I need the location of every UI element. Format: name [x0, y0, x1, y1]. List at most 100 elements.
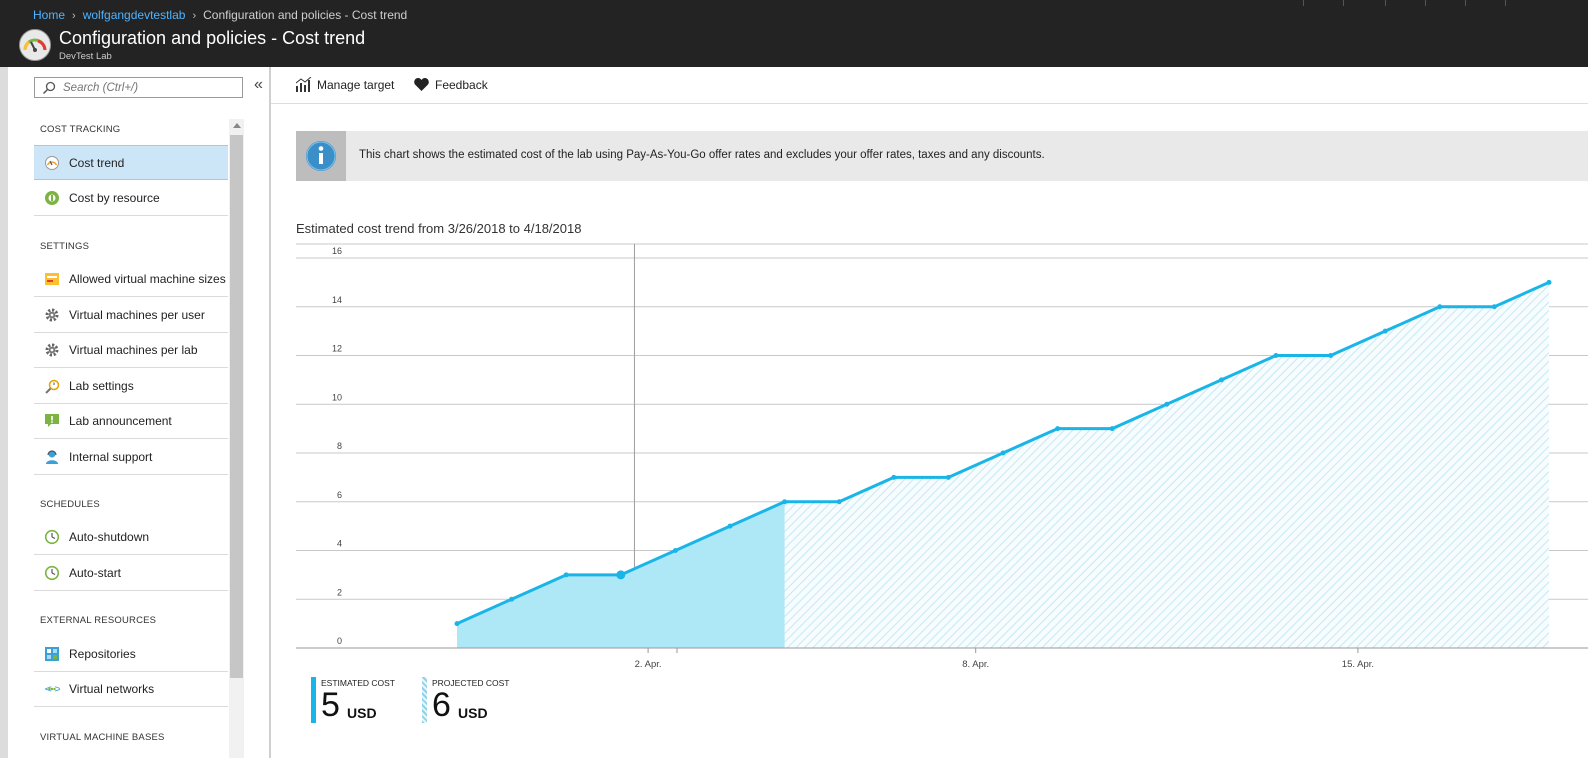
menu-item-label: Virtual machines per user [69, 308, 205, 322]
y-tick-label: 6 [337, 490, 342, 500]
x-tick-label: 2. Apr. [635, 659, 662, 670]
section-schedules: SCHEDULES [40, 499, 100, 510]
gauge-icon [44, 155, 60, 171]
clock-icon [44, 565, 60, 581]
info-banner: This chart shows the estimated cost of t… [296, 131, 1588, 181]
collapse-menu-button[interactable]: « [254, 76, 263, 94]
estimated-cost-value: 5 [321, 686, 340, 724]
menu-item-label: Lab settings [69, 379, 134, 393]
estimated-cost-unit: USD [347, 705, 377, 721]
y-tick-label: 8 [337, 441, 342, 451]
menu-item-label: Auto-shutdown [69, 530, 150, 544]
projected-cost-unit: USD [458, 705, 488, 721]
page-title: Configuration and policies - Cost trend [59, 28, 366, 48]
menu-item-auto-shutdown[interactable]: Auto-shutdown [34, 520, 228, 555]
network-icon: < > [44, 681, 62, 697]
menu-item-virtual-networks[interactable]: < > Virtual networks [34, 672, 228, 707]
left-edge [0, 67, 8, 758]
clock-icon [44, 529, 60, 545]
feedback-label: Feedback [435, 78, 488, 92]
breadcrumb-home[interactable]: Home [33, 8, 65, 22]
projected-cost-area [784, 282, 1549, 648]
menu-scrollbar-thumb[interactable] [230, 135, 243, 678]
gear-icon [44, 307, 60, 323]
data-point [1546, 279, 1552, 285]
menu-item-vms-per-lab[interactable]: Virtual machines per lab [34, 333, 228, 368]
x-tick-label: 15. Apr. [1342, 659, 1374, 670]
data-point [891, 474, 897, 480]
menu-item-label: Cost by resource [69, 191, 160, 205]
bar-chart-icon [295, 76, 312, 95]
manage-target-label: Manage target [317, 78, 395, 92]
data-point [1000, 450, 1006, 456]
data-point [782, 499, 788, 505]
info-text: This chart shows the estimated cost of t… [359, 149, 1045, 161]
y-tick-label: 2 [337, 587, 342, 597]
menu-splitter[interactable] [269, 67, 271, 758]
menu-item-auto-start[interactable]: Auto-start [34, 556, 228, 591]
menu-item-label: Cost trend [69, 156, 125, 170]
chevron-right-icon: › [72, 10, 76, 22]
chart-title: Estimated cost trend from 3/26/2018 to 4… [296, 221, 582, 236]
menu-item-allowed-vm-sizes[interactable]: Allowed virtual machine sizes [34, 262, 228, 297]
legend-swatch-estimated [311, 677, 316, 723]
data-point [1491, 304, 1497, 310]
menu-item-label: Auto-start [69, 566, 122, 580]
breadcrumb-lab[interactable]: wolfgangdevtestlab [83, 8, 186, 22]
menu-item-label: Allowed virtual machine sizes [69, 272, 226, 286]
cost-trend-chart[interactable]: 0 2 4 6 8 10 12 14 16 2. Apr. 8. Apr. 15. Apr. [280, 238, 1588, 672]
x-tick-label: 8. Apr. [962, 659, 989, 670]
section-settings: SETTINGS [40, 241, 90, 252]
section-cost-tracking: COST TRACKING [40, 124, 121, 135]
y-tick-label: 14 [332, 295, 342, 305]
section-external-resources: EXTERNAL RESOURCES [40, 615, 157, 626]
menu-item-label: Virtual networks [69, 682, 155, 696]
gear-icon [44, 342, 60, 358]
repository-icon [44, 646, 60, 662]
y-tick-label: 12 [332, 344, 342, 354]
y-tick-label: 4 [337, 539, 342, 549]
data-point [563, 572, 569, 578]
search-box[interactable] [34, 77, 243, 98]
cost-by-resource-icon [44, 190, 60, 206]
section-vm-bases: VIRTUAL MACHINE BASES [40, 732, 165, 743]
data-point [1437, 304, 1443, 310]
data-point [1109, 426, 1115, 432]
menu-item-lab-announcement[interactable]: Lab announcement [34, 404, 228, 439]
data-point [1218, 377, 1224, 383]
portal-header: Home › wolfgangdevtestlab › Configuration an… [0, 0, 1588, 67]
menu-item-label: Internal support [69, 450, 153, 464]
scroll-up-arrow-icon[interactable] [233, 123, 241, 128]
legend-projected-cost: PROJECTED COST 6 USD [422, 677, 522, 723]
page-subtitle: DevTest Lab [59, 51, 112, 62]
search-icon [42, 81, 56, 100]
data-point [727, 523, 733, 529]
y-tick-label: 10 [332, 392, 342, 402]
menu-item-label: Virtual machines per lab [69, 343, 198, 357]
data-point [945, 474, 951, 480]
data-point [1164, 401, 1170, 407]
menu-item-repositories[interactable]: Repositories [34, 637, 228, 672]
devtest-lab-gauge-icon [19, 29, 51, 61]
projected-cost-value: 6 [432, 686, 451, 724]
heart-icon [414, 78, 429, 94]
legend-estimated-cost: ESTIMATED COST 5 USD [311, 677, 411, 723]
menu-item-lab-settings[interactable]: Lab settings [34, 369, 228, 404]
y-tick-label: 16 [332, 246, 342, 256]
menu-item-internal-support[interactable]: Internal support [34, 440, 228, 475]
search-input[interactable] [63, 80, 233, 95]
chevron-right-icon: › [192, 10, 197, 22]
menu-item-vms-per-user[interactable]: Virtual machines per user [34, 298, 228, 333]
announcement-icon [44, 413, 60, 429]
menu-item-cost-by-resource[interactable]: Cost by resource [34, 181, 228, 216]
data-point [836, 499, 842, 505]
command-bar: Manage target Feedback [271, 67, 1588, 104]
support-icon [44, 449, 60, 465]
highlighted-data-point [616, 570, 626, 580]
menu-item-cost-trend[interactable]: Cost trend [34, 145, 228, 180]
data-point [1055, 426, 1061, 432]
data-point [454, 621, 460, 627]
vm-sizes-icon [44, 271, 60, 287]
legend-swatch-projected [422, 677, 427, 723]
data-point [1273, 353, 1279, 358]
